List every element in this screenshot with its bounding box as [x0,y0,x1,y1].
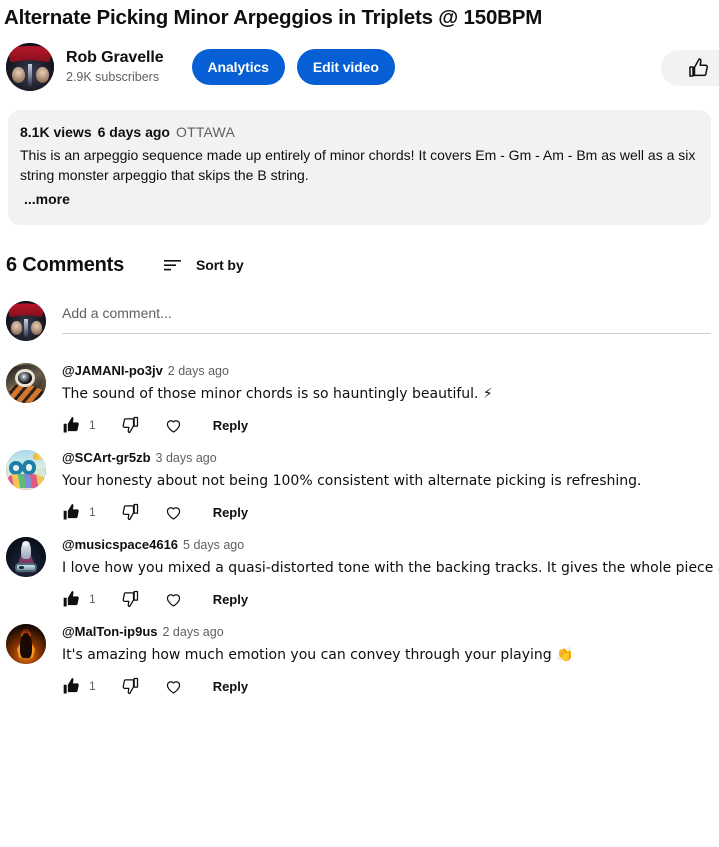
comment-author-avatar[interactable] [6,624,46,664]
comment-actions: 1 Reply [62,413,719,437]
description-location: OTTAWA [176,124,235,140]
comment-header: @JAMANI-po3jv 2 days ago [62,363,719,379]
channel-avatar[interactable] [6,43,54,91]
comment-like-count: 1 [89,505,96,519]
sort-by-button[interactable]: Sort by [162,251,244,279]
comment-author[interactable]: @JAMANI-po3jv [62,363,163,378]
comment-item: @JAMANI-po3jv 2 days ago The sound of thos… [6,363,719,437]
add-comment-row: Add a comment... [0,279,719,341]
thumbs-up-icon [62,502,82,522]
comment-timestamp: 3 days ago [156,451,217,465]
comment-timestamp: 5 days ago [183,538,244,552]
comment-heart-button[interactable] [164,503,183,522]
comments-header: 6 Comments Sort by [0,225,719,279]
comment-heart-button[interactable] [164,590,183,609]
comment-text: I love how you mixed a quasi-distorted t… [62,558,719,578]
thumbs-down-icon [120,676,140,696]
comment-like-count: 1 [89,679,96,693]
snake-avatar-artwork [6,363,46,403]
comment-header: @MalTon-ip9us 2 days ago [62,624,719,640]
comment-dislike-button[interactable] [120,676,140,696]
comment-body: @SCArt-gr5zb 3 days ago Your honesty about… [62,450,719,524]
thumbs-up-icon [62,589,82,609]
comment-actions: 1 Reply [62,500,719,524]
add-comment-field[interactable]: Add a comment... [62,301,711,334]
comment-heart-button[interactable] [164,416,183,435]
comment-list: @JAMANI-po3jv 2 days ago The sound of thos… [0,363,719,698]
comment-like-count: 1 [89,418,96,432]
comment-like-button[interactable]: 1 [62,415,96,435]
comment-item: @SCArt-gr5zb 3 days ago Your honesty about… [6,450,719,524]
comment-dislike-button[interactable] [120,589,140,609]
comment-reply-button[interactable]: Reply [213,592,248,607]
comment-reply-button[interactable]: Reply [213,418,248,433]
like-button[interactable] [661,50,719,86]
sort-icon [162,254,184,276]
comment-reply-button[interactable]: Reply [213,505,248,520]
comment-text: Your honesty about not being 100% consis… [62,471,719,491]
comment-body: @MalTon-ip9us 2 days ago It's amazing how … [62,624,719,698]
comment-actions: 1 Reply [62,587,719,611]
description-meta: 8.1K views 6 days ago OTTAWA [20,122,699,142]
space-avatar-artwork [6,537,46,577]
comment-like-button[interactable]: 1 [62,502,96,522]
comment-like-count: 1 [89,592,96,606]
channel-name[interactable]: Rob Gravelle [66,48,164,68]
fire-avatar-artwork [6,624,46,664]
comment-author[interactable]: @SCArt-gr5zb [62,450,151,465]
description-text: This is an arpeggio sequence made up ent… [20,145,711,185]
comment-text: It's amazing how much emotion you can co… [62,645,719,665]
add-comment-placeholder[interactable]: Add a comment... [62,305,711,333]
comment-body: @JAMANI-po3jv 2 days ago The sound of thos… [62,363,719,437]
comment-item: @MalTon-ip9us 2 days ago It's amazing how … [6,624,719,698]
comment-like-button[interactable]: 1 [62,589,96,609]
heart-icon [164,416,183,435]
comment-dislike-button[interactable] [120,502,140,522]
heart-icon [164,503,183,522]
publish-date: 6 days ago [98,124,170,140]
thumbs-down-icon [120,415,140,435]
comment-header: @musicspace4616 5 days ago [62,537,719,553]
comment-author[interactable]: @MalTon-ip9us [62,624,158,639]
subscriber-count: 2.9K subscribers [66,70,164,86]
comments-count: 6 Comments [6,254,124,277]
add-comment-underline [62,333,711,334]
owner-text-block: Rob Gravelle 2.9K subscribers [66,48,164,86]
heart-icon [164,590,183,609]
sort-by-label: Sort by [196,257,244,273]
thumbs-down-icon [120,589,140,609]
current-user-avatar[interactable] [6,301,46,341]
comment-author-avatar[interactable] [6,363,46,403]
comment-actions: 1 Reply [62,674,719,698]
page-title: Alternate Picking Minor Arpeggios in Tri… [0,0,719,32]
description-box[interactable]: 8.1K views 6 days ago OTTAWA This is an ar… [8,110,711,225]
comment-timestamp: 2 days ago [168,364,229,378]
description-more-button[interactable]: ...more [20,189,699,209]
thumbs-up-icon [687,56,711,80]
comment-dislike-button[interactable] [120,415,140,435]
comment-author-avatar[interactable] [6,450,46,490]
comment-header: @SCArt-gr5zb 3 days ago [62,450,719,466]
analytics-button[interactable]: Analytics [192,49,285,85]
comment-text: The sound of those minor chords is so ha… [62,384,719,404]
comment-like-button[interactable]: 1 [62,676,96,696]
edit-video-button[interactable]: Edit video [297,49,395,85]
heart-icon [164,677,183,696]
comment-author-avatar[interactable] [6,537,46,577]
comment-timestamp: 2 days ago [163,625,224,639]
video-owner-row: Rob Gravelle 2.9K subscribers Analytics … [0,36,719,98]
graffiti-avatar-artwork [6,450,46,490]
comment-item: @musicspace4616 5 days ago I love how you … [6,537,719,611]
comment-reply-button[interactable]: Reply [213,679,248,694]
thumbs-down-icon [120,502,140,522]
band-logo-artwork [6,301,46,341]
comment-body: @musicspace4616 5 days ago I love how you … [62,537,719,611]
view-count: 8.1K views [20,124,92,140]
thumbs-up-icon [62,676,82,696]
comment-author[interactable]: @musicspace4616 [62,537,178,552]
comment-heart-button[interactable] [164,677,183,696]
thumbs-up-icon [62,415,82,435]
band-logo-artwork [6,43,54,91]
